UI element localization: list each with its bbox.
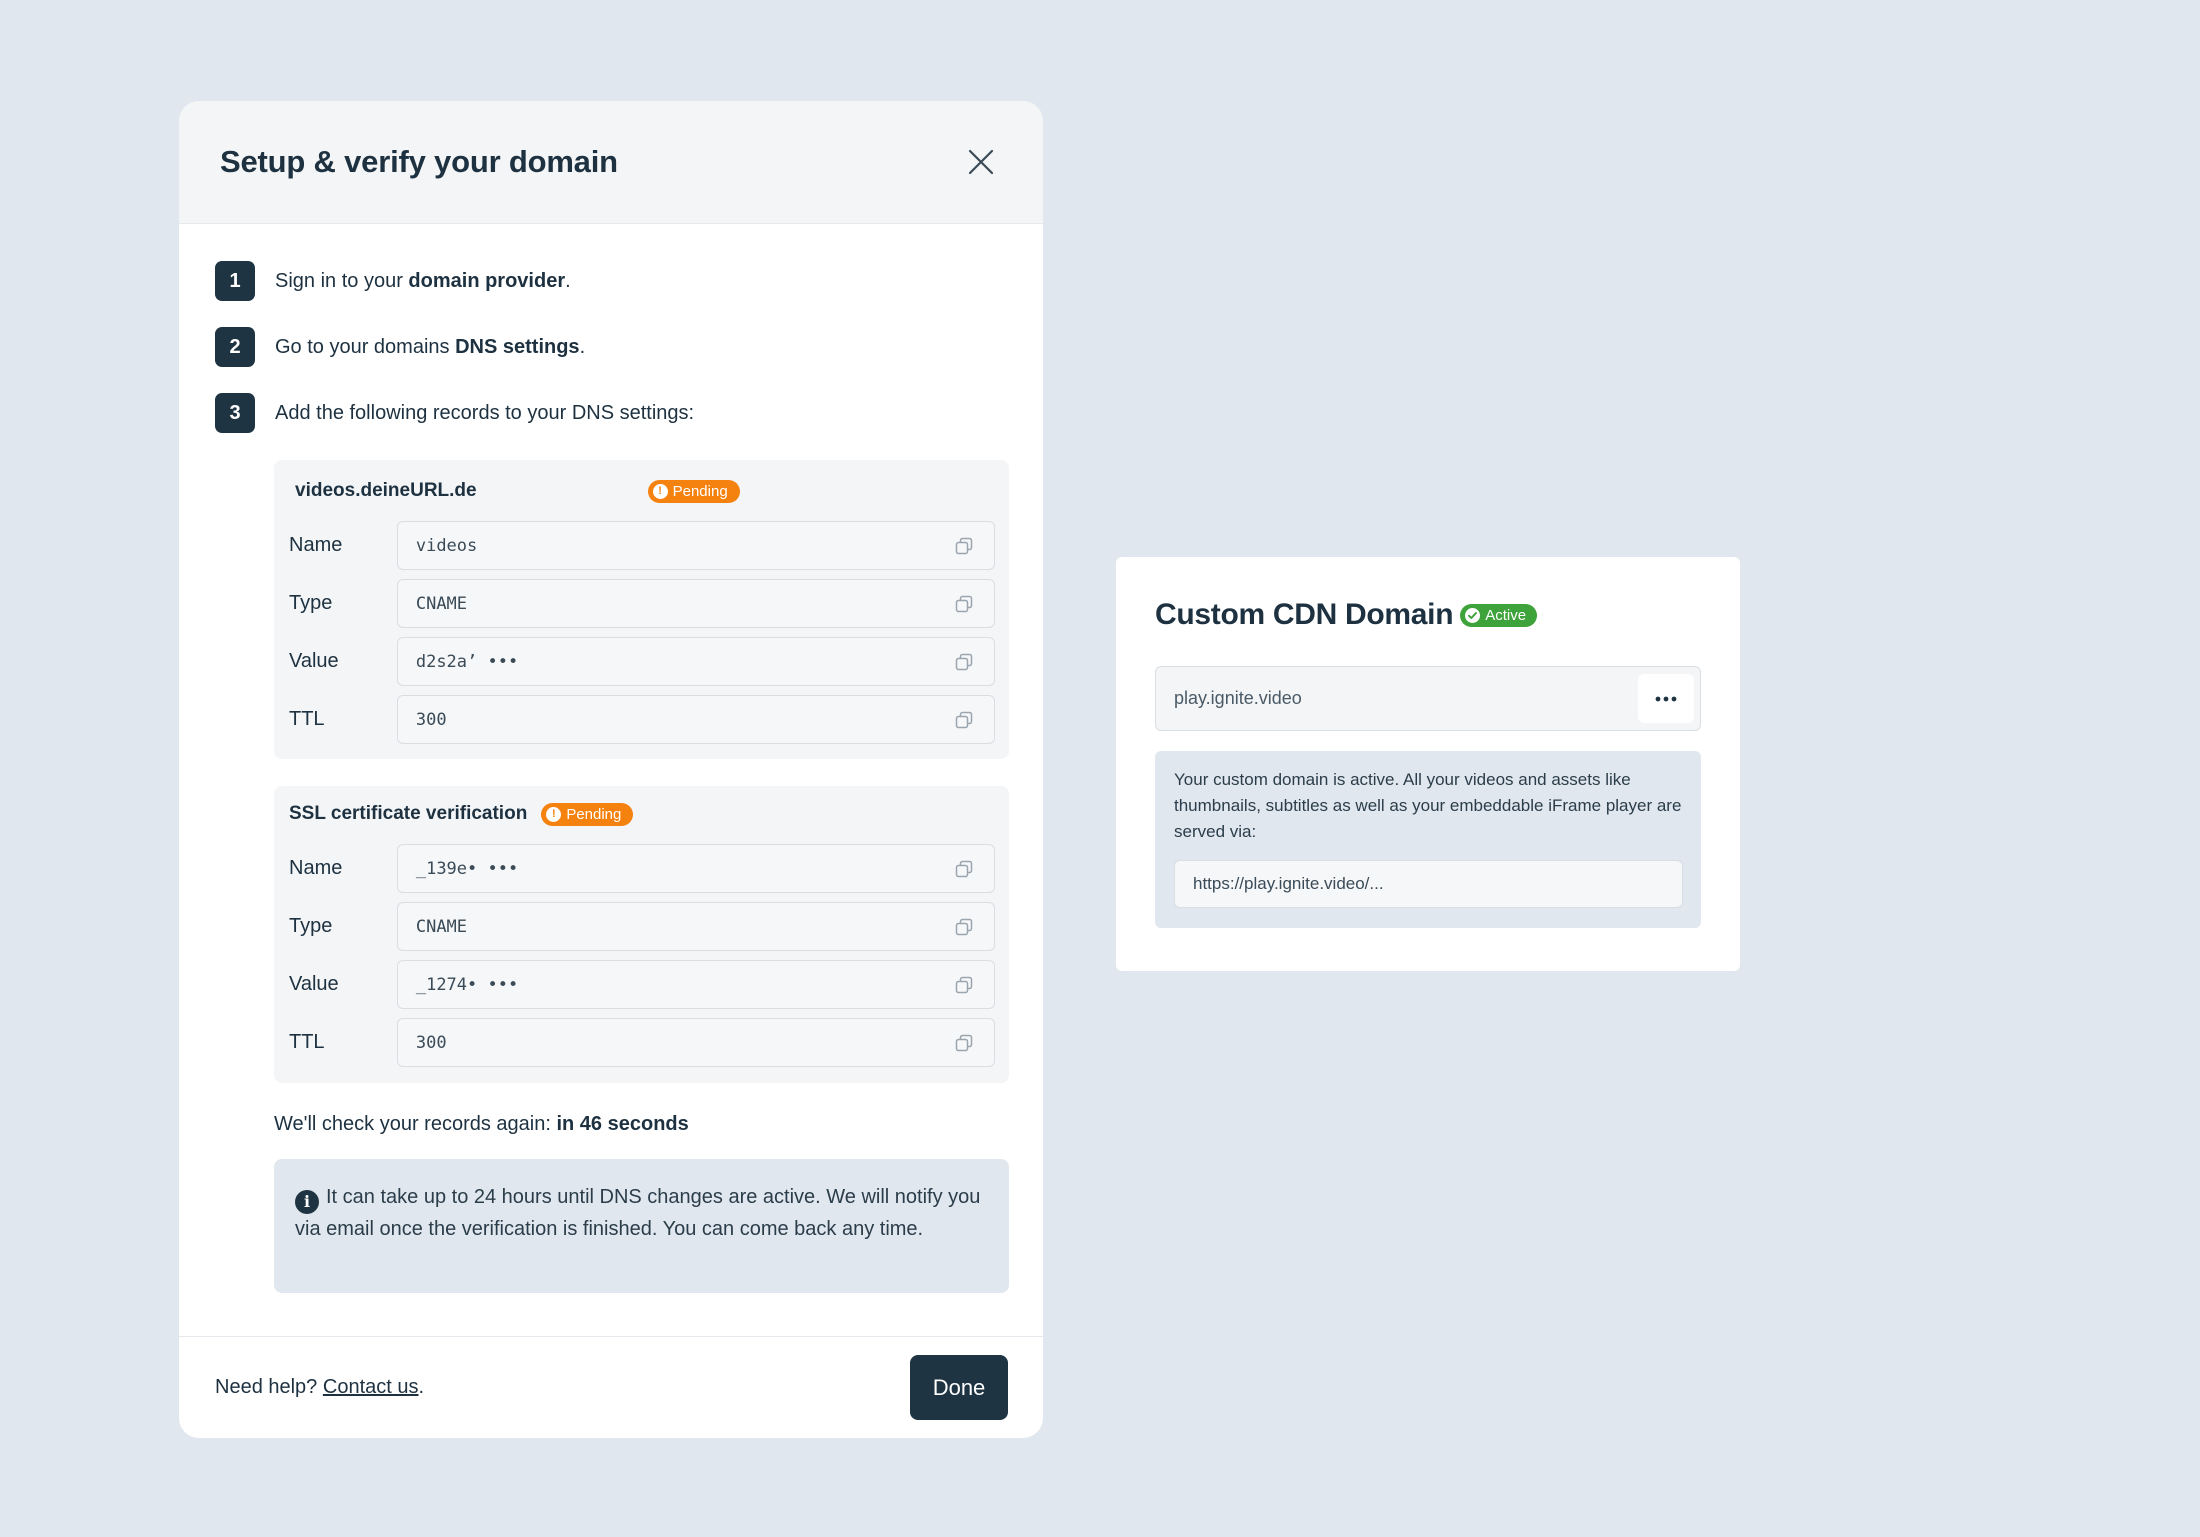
info-box: i It can take up to 24 hours until DNS ch… — [274, 1159, 1009, 1293]
close-icon — [968, 149, 994, 175]
field-label: Name — [289, 857, 343, 879]
copy-icon[interactable] — [954, 975, 974, 995]
field-value: _139e• ••• — [415, 858, 519, 879]
step-text: Sign in to your domain provider. — [275, 269, 571, 292]
field-value: 300 — [415, 1032, 447, 1053]
field-label: TTL — [289, 708, 325, 730]
ttl-field[interactable]: 300 — [396, 695, 995, 744]
ttl-field[interactable]: 300 — [396, 1018, 995, 1067]
step-2: 2 Go to your domains DNS settings. — [215, 327, 1008, 367]
cdn-header: Custom CDN Domain Active — [1155, 597, 1701, 633]
field-value: CNAME — [415, 916, 468, 937]
modal-header: Setup & verify your domain — [179, 101, 1043, 224]
record-field-name: Name videos — [289, 521, 995, 570]
status-badge: ! Pending — [541, 802, 634, 826]
check-circle-icon — [1465, 607, 1481, 623]
copy-icon[interactable] — [954, 1033, 974, 1053]
record-field-type: Type CNAME — [289, 902, 995, 951]
field-value: _1274• ••• — [415, 974, 519, 995]
steps-list: 1 Sign in to your domain provider. 2 Go … — [215, 261, 1008, 433]
alert-icon: ! — [546, 806, 562, 822]
cdn-info-text: Your custom domain is active. All your v… — [1174, 770, 1682, 841]
info-text: It can take up to 24 hours until DNS cha… — [295, 1186, 981, 1240]
step-3: 3 Add the following records to your DNS … — [215, 393, 1008, 433]
type-field[interactable]: CNAME — [396, 902, 995, 951]
value-field[interactable]: d2s2a’ ••• — [396, 637, 995, 686]
dns-record-card: videos.deineURL.de ! Pending Name videos… — [274, 460, 1009, 759]
field-value: d2s2a’ ••• — [415, 651, 519, 672]
record-field-value: Value _1274• ••• — [289, 960, 995, 1009]
field-label: Value — [289, 973, 339, 995]
value-field[interactable]: _1274• ••• — [396, 960, 995, 1009]
copy-icon[interactable] — [954, 594, 974, 614]
more-horizontal-icon — [1655, 696, 1677, 701]
name-field[interactable]: videos — [396, 521, 995, 570]
field-value: CNAME — [415, 593, 468, 614]
domain-value: play.ignite.video — [1174, 688, 1302, 708]
recheck-text: We'll check your records again: in 46 se… — [274, 1113, 689, 1135]
domain-setup-modal: Setup & verify your domain 1 Sign in to … — [179, 101, 1043, 1438]
record-header: SSL certificate verification ! Pending — [289, 801, 995, 827]
info-icon: i — [295, 1189, 319, 1214]
field-label: Name — [289, 534, 343, 556]
field-value: videos — [415, 535, 478, 556]
alert-icon: ! — [652, 483, 668, 499]
record-title: SSL certificate verification — [289, 803, 528, 824]
done-button[interactable]: Done — [910, 1355, 1008, 1420]
step-1: 1 Sign in to your domain provider. — [215, 261, 1008, 301]
copy-icon[interactable] — [954, 536, 974, 556]
field-label: TTL — [289, 1031, 325, 1053]
copy-icon[interactable] — [954, 859, 974, 879]
modal-footer: Need help? Contact us. Done — [179, 1336, 1043, 1438]
cdn-url-field[interactable]: https://play.ignite.video/... — [1174, 860, 1683, 908]
record-field-value: Value d2s2a’ ••• — [289, 637, 995, 686]
recheck-countdown: in 46 seconds — [556, 1113, 689, 1135]
cdn-domain-field[interactable]: play.ignite.video — [1155, 666, 1701, 731]
field-value: 300 — [415, 709, 447, 730]
name-field[interactable]: _139e• ••• — [396, 844, 995, 893]
status-badge: ! Pending — [647, 479, 740, 503]
field-label: Type — [289, 592, 333, 614]
ssl-record-card: SSL certificate verification ! Pending N… — [274, 786, 1009, 1083]
help-text: Need help? Contact us. — [215, 1376, 425, 1398]
cdn-info-box: Your custom domain is active. All your v… — [1155, 751, 1701, 928]
record-field-ttl: TTL 300 — [289, 695, 995, 744]
step-text: Go to your domains DNS settings. — [275, 335, 586, 358]
record-header: videos.deineURL.de ! Pending — [289, 478, 995, 504]
custom-cdn-card: Custom CDN Domain Active play.ignite.vid… — [1116, 557, 1740, 971]
copy-icon[interactable] — [954, 652, 974, 672]
record-field-name: Name _139e• ••• — [289, 844, 995, 893]
modal-title: Setup & verify your domain — [220, 144, 618, 179]
modal-body: 1 Sign in to your domain provider. 2 Go … — [179, 261, 1043, 1293]
copy-icon[interactable] — [954, 917, 974, 937]
step-text: Add the following records to your DNS se… — [275, 401, 695, 424]
type-field[interactable]: CNAME — [396, 579, 995, 628]
status-badge: Active — [1460, 603, 1538, 627]
step-number: 2 — [215, 327, 255, 367]
field-label: Type — [289, 915, 333, 937]
step-number: 3 — [215, 393, 255, 433]
more-options-button[interactable] — [1638, 674, 1694, 723]
close-button[interactable] — [959, 140, 1003, 184]
field-label: Value — [289, 650, 339, 672]
record-field-ttl: TTL 300 — [289, 1018, 995, 1067]
copy-icon[interactable] — [954, 710, 974, 730]
record-title: videos.deineURL.de — [295, 480, 477, 501]
contact-us-link[interactable]: Contact us — [323, 1376, 419, 1398]
step-number: 1 — [215, 261, 255, 301]
record-field-type: Type CNAME — [289, 579, 995, 628]
cdn-title: Custom CDN Domain — [1155, 598, 1454, 631]
